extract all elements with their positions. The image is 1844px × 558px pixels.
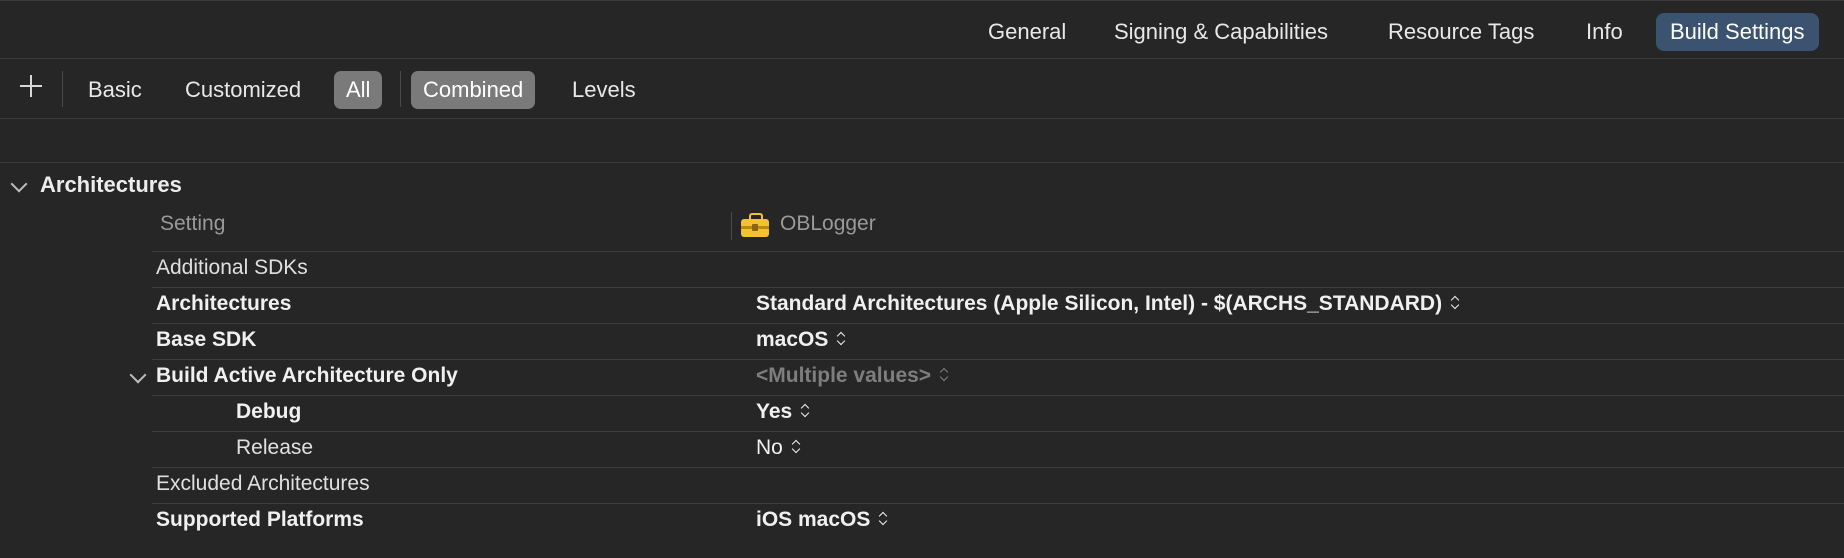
setting-name: Base SDK [156, 328, 257, 351]
tab-info[interactable]: Info [1572, 13, 1637, 51]
setting-row-release[interactable]: Release No [152, 431, 1844, 467]
setting-value-text: Standard Architectures (Apple Silicon, I… [756, 292, 1443, 315]
setting-row-base-sdk[interactable]: Base SDK macOS [152, 323, 1844, 359]
setting-value-popup[interactable]: Standard Architectures (Apple Silicon, I… [756, 292, 1460, 316]
setting-row-additional-sdks[interactable]: Additional SDKs [152, 251, 1844, 287]
section-divider [0, 162, 1844, 163]
setting-value-popup[interactable]: macOS [756, 328, 846, 352]
filter-customized-button[interactable]: Customized [173, 71, 313, 109]
setting-value-popup[interactable]: <Multiple values> [756, 364, 949, 388]
filter-all-button[interactable]: All [334, 71, 383, 109]
popup-stepper-icon [1450, 295, 1460, 311]
setting-name: Release [236, 436, 314, 459]
add-setting-icon[interactable] [16, 71, 46, 101]
column-header-setting: Setting [160, 212, 226, 235]
view-levels-button[interactable]: Levels [560, 71, 648, 109]
tab-signing-capabilities[interactable]: Signing & Capabilities [1100, 13, 1342, 51]
setting-name: Additional SDKs [156, 256, 308, 279]
setting-value-popup[interactable]: No [756, 436, 801, 460]
setting-name: Architectures [156, 292, 292, 315]
setting-value-popup[interactable]: Yes [756, 400, 810, 424]
toolbox-icon [740, 213, 770, 239]
tab-general[interactable]: General [974, 13, 1080, 51]
setting-row-debug[interactable]: Debug Yes [152, 395, 1844, 431]
filter-basic-button[interactable]: Basic [76, 71, 154, 109]
setting-row-build-active-architecture-only[interactable]: Build Active Architecture Only <Multiple… [152, 359, 1844, 395]
setting-value-text: Yes [756, 400, 793, 423]
setting-value-popup[interactable]: iOS macOS [756, 508, 888, 532]
popup-stepper-icon [791, 439, 801, 455]
column-divider[interactable] [731, 212, 732, 240]
filter-divider [62, 71, 63, 107]
setting-row-supported-platforms[interactable]: Supported Platforms iOS macOS [152, 503, 1844, 539]
popup-stepper-icon [836, 331, 846, 347]
setting-value-text: No [756, 436, 783, 459]
setting-name: Excluded Architectures [156, 472, 370, 495]
setting-row-architectures[interactable]: Architectures Standard Architectures (Ap… [152, 287, 1844, 323]
popup-stepper-icon [800, 403, 810, 419]
build-settings-editor: General Signing & Capabilities Resource … [0, 0, 1844, 558]
tab-resource-tags[interactable]: Resource Tags [1374, 13, 1548, 51]
setting-name: Build Active Architecture Only [156, 364, 458, 387]
column-header-target: OBLogger [780, 212, 876, 235]
section-disclosure-chevron-down-icon[interactable] [10, 175, 28, 194]
view-combined-button[interactable]: Combined [411, 71, 536, 109]
setting-name: Supported Platforms [156, 508, 364, 531]
popup-stepper-icon [939, 367, 949, 383]
setting-value-text: macOS [756, 328, 829, 351]
setting-value-text: iOS macOS [756, 508, 871, 531]
section-title[interactable]: Architectures [40, 172, 182, 198]
filter-bar: Basic Customized All Combined Levels [0, 59, 1844, 119]
setting-value-text: <Multiple values> [756, 364, 932, 387]
setting-name: Debug [236, 400, 302, 423]
setting-row-excluded-architectures[interactable]: Excluded Architectures [152, 467, 1844, 503]
editor-tab-bar: General Signing & Capabilities Resource … [0, 0, 1844, 59]
tab-build-settings[interactable]: Build Settings [1656, 13, 1819, 51]
filter-divider [400, 71, 401, 107]
popup-stepper-icon [878, 511, 888, 527]
row-disclosure-chevron-down-icon[interactable] [129, 366, 147, 385]
